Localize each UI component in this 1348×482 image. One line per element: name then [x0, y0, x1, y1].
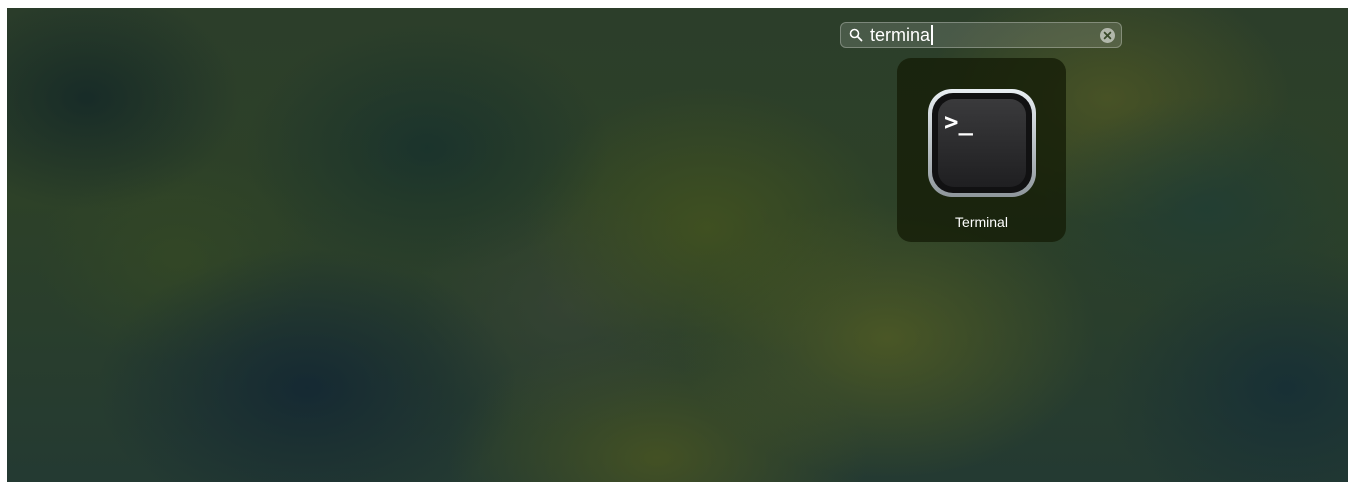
clear-x-icon: [1103, 31, 1112, 40]
launchpad-background: termina >_ Terminal: [7, 8, 1348, 482]
app-label: Terminal: [955, 214, 1008, 230]
search-field[interactable]: termina: [840, 22, 1122, 48]
text-cursor: [931, 25, 934, 45]
terminal-app-icon[interactable]: >_: [927, 88, 1037, 198]
search-result-terminal[interactable]: >_ Terminal: [897, 58, 1066, 242]
search-input[interactable]: termina: [870, 24, 1090, 46]
search-query-text: termina: [870, 25, 931, 45]
clear-search-button[interactable]: [1100, 28, 1115, 43]
search-icon: [849, 28, 863, 42]
terminal-prompt-glyph: >_: [944, 108, 973, 136]
